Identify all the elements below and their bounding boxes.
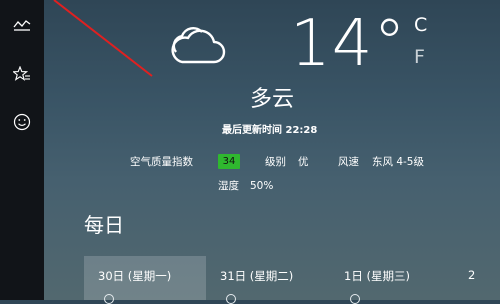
- fahrenheit-toggle[interactable]: F: [414, 46, 425, 68]
- last-updated: 最后更新时间 22:28: [222, 125, 318, 136]
- aqi-label: 空气质量指数: [130, 156, 193, 168]
- feedback-smiley-icon[interactable]: [0, 105, 44, 139]
- sidebar: [0, 0, 44, 300]
- day-label: 30日 (星期一): [98, 269, 172, 283]
- level-label: 级别: [265, 156, 286, 168]
- celsius-toggle[interactable]: C: [414, 14, 427, 36]
- daily-title: 每日: [84, 213, 124, 237]
- day-card-1[interactable]: 1日 (星期三): [330, 256, 452, 304]
- day-label: 1日 (星期三): [344, 269, 410, 283]
- weather-panel: 14° C F 多云 最后更新时间 22:28 空气质量指数 34 级别 优 风…: [44, 0, 500, 304]
- day-card-31[interactable]: 31日 (星期二): [206, 256, 328, 304]
- cloud-icon: [171, 27, 226, 64]
- humidity-label: 湿度: [218, 180, 239, 192]
- humidity-value: 50%: [250, 180, 274, 192]
- weather-dot-icon: [104, 294, 114, 304]
- current-temperature: 14°: [290, 7, 407, 81]
- weather-dot-icon: [226, 294, 236, 304]
- aqi-badge: 34: [218, 154, 240, 169]
- weather-condition: 多云: [250, 87, 295, 112]
- wind-label: 风速: [338, 156, 359, 168]
- weather-dot-icon: [350, 294, 360, 304]
- day-card-30[interactable]: 30日 (星期一): [84, 256, 206, 304]
- history-chart-icon[interactable]: [0, 8, 44, 42]
- day-label: 2: [468, 268, 476, 282]
- day-label: 31日 (星期二): [220, 269, 294, 283]
- day-card-2[interactable]: 2: [454, 256, 500, 300]
- level-value: 优: [298, 156, 309, 168]
- favorites-star-icon[interactable]: [0, 57, 44, 91]
- wind-value: 东风 4-5级: [372, 156, 424, 168]
